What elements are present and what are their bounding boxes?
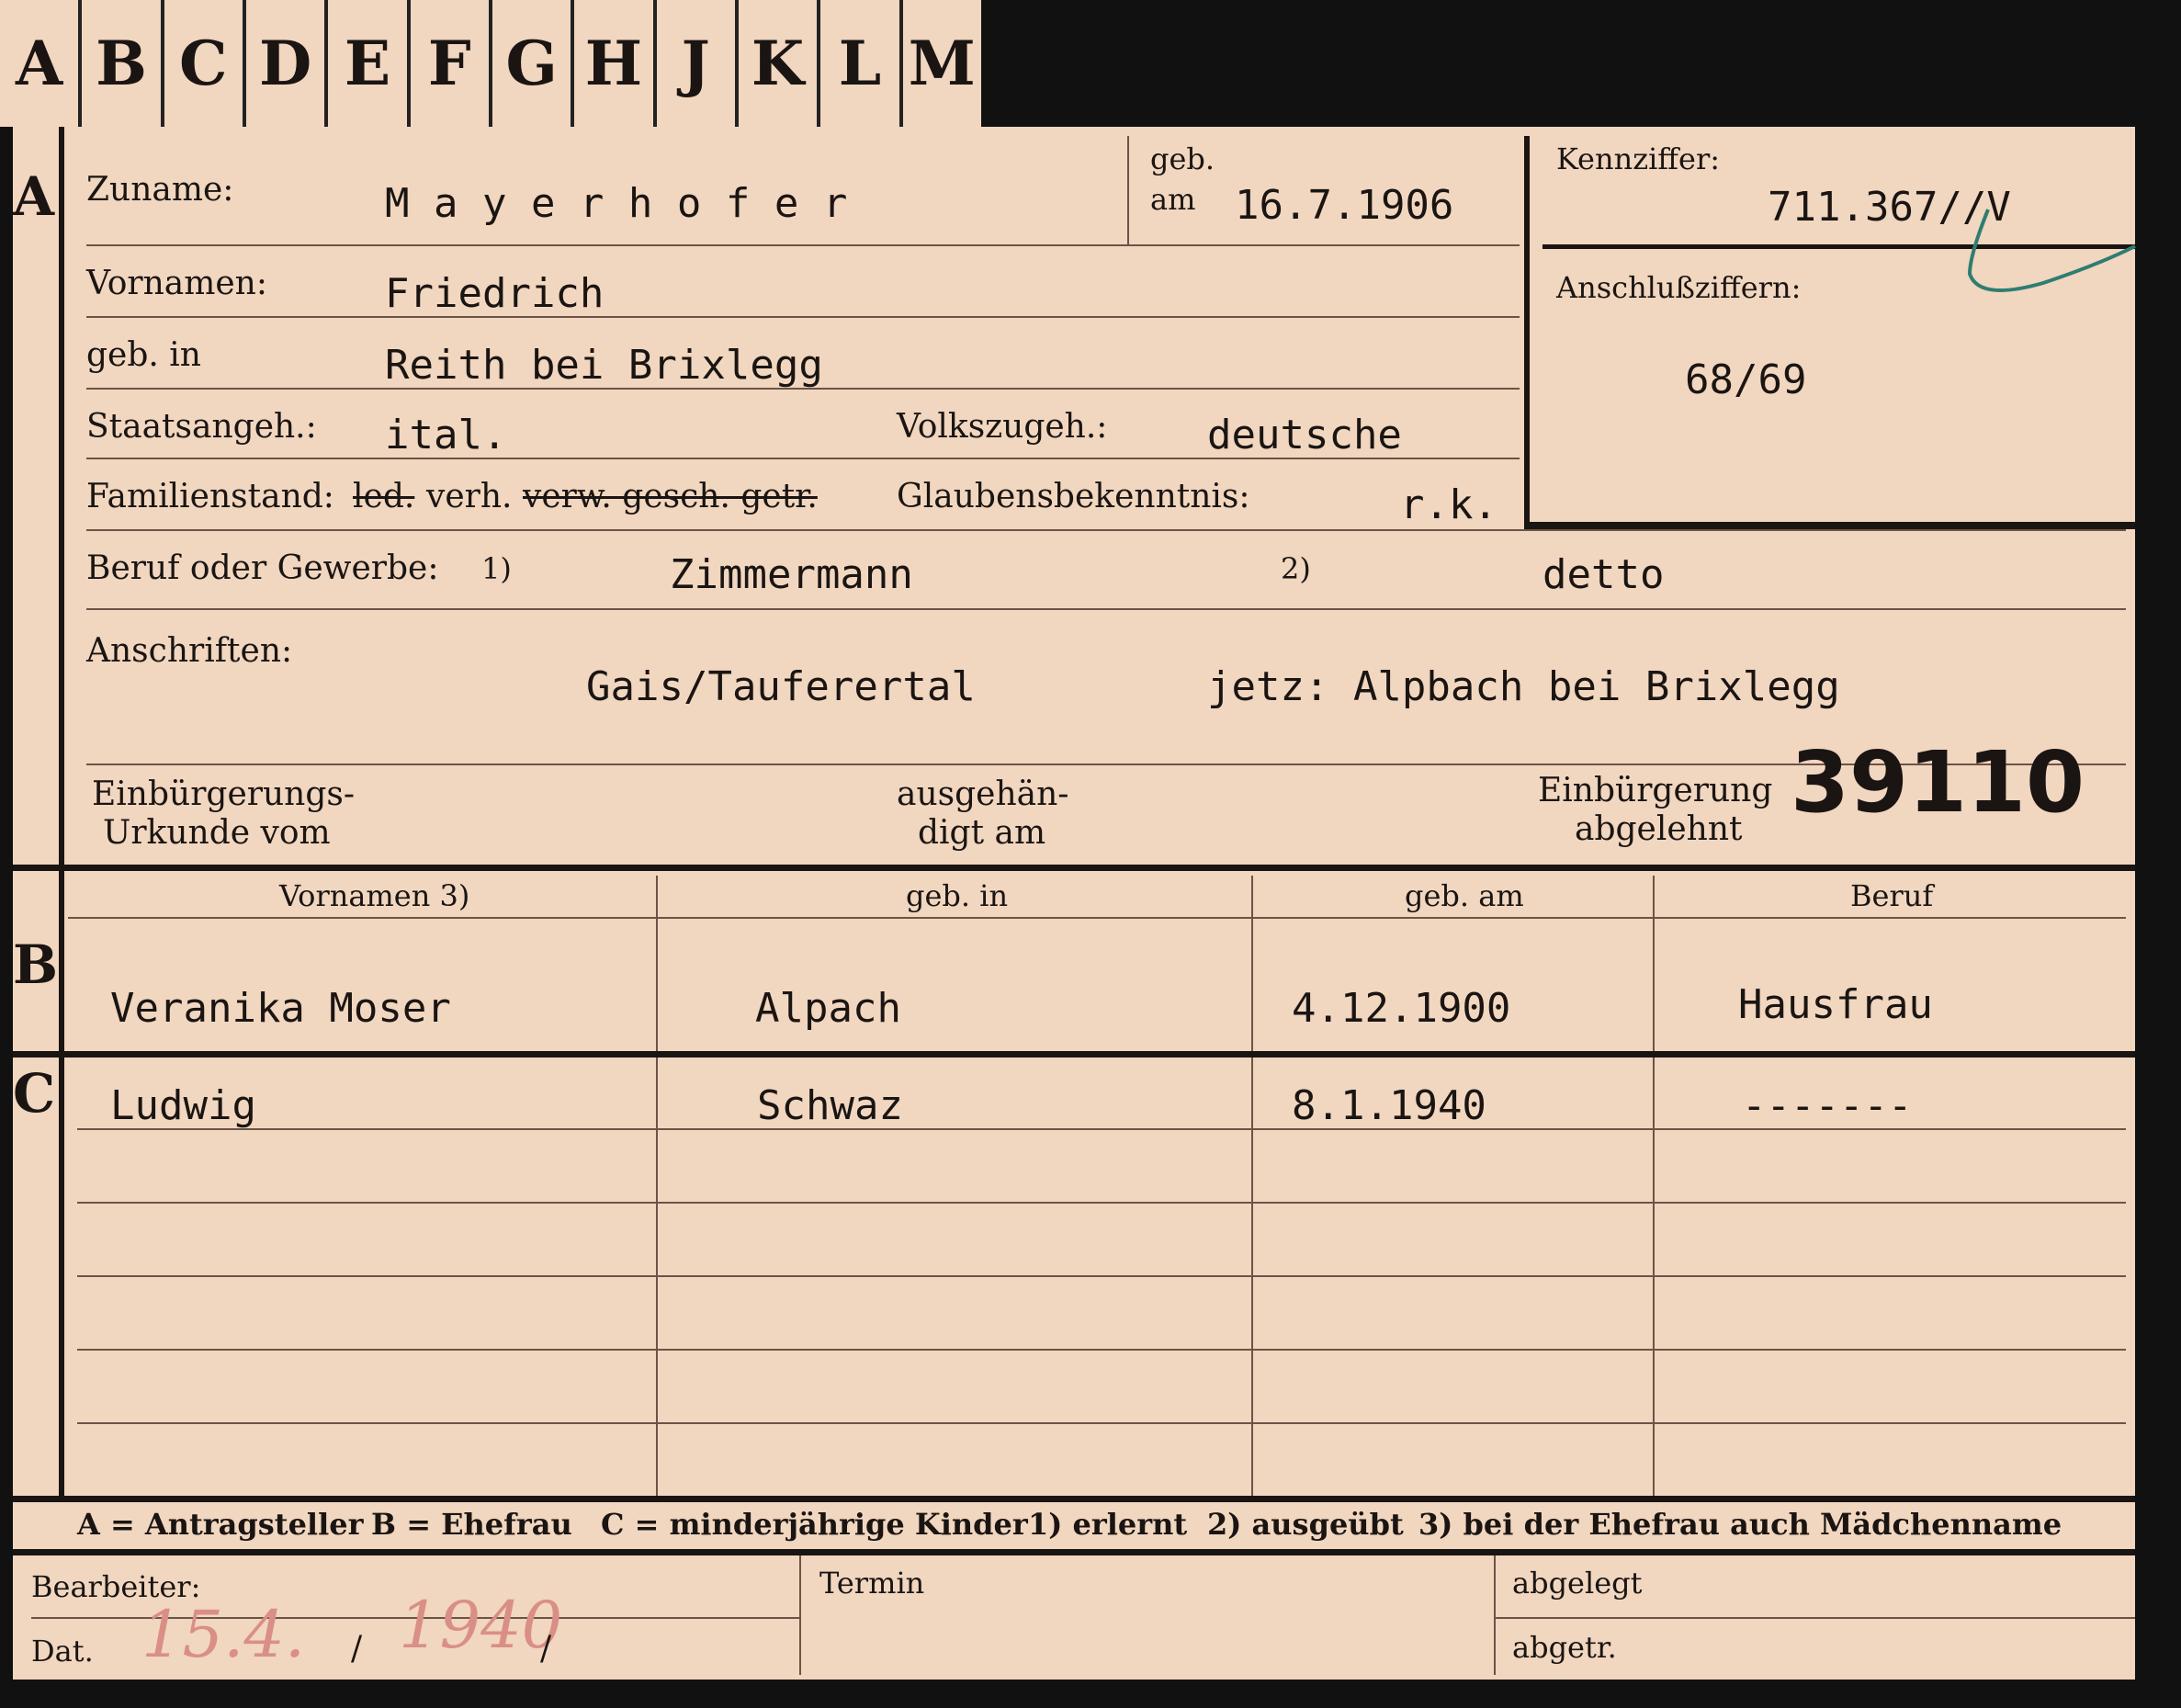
legend-c: C = minderjährige Kinder	[601, 1507, 1028, 1542]
child-birthplace: Schwaz	[757, 1082, 903, 1129]
surname-value: M a y e r h o f e r	[385, 180, 848, 227]
occupation-practiced-value: detto	[1543, 551, 1665, 598]
citizenship-value: ital.	[385, 412, 507, 458]
firstnames-label: Vornamen:	[86, 265, 267, 302]
tab-letter[interactable]: H	[574, 0, 657, 127]
tab-letter[interactable]: L	[820, 0, 903, 127]
born-label: geb.	[1150, 141, 1215, 176]
born-on-label: am	[1150, 182, 1196, 217]
tab-letter[interactable]: M	[903, 0, 981, 127]
tab-letter[interactable]: K	[739, 0, 821, 127]
surname-label: Zuname:	[86, 171, 234, 209]
date-label: Dat.	[31, 1634, 94, 1668]
firstnames-value: Friedrich	[385, 270, 605, 317]
tab-letter[interactable]: D	[246, 0, 329, 127]
col-header-birthplace: geb. in	[906, 878, 1009, 913]
marital-label: Familienstand:	[86, 478, 334, 515]
tab-letter[interactable]: E	[328, 0, 411, 127]
handed-label: ausgehän-	[897, 775, 1069, 813]
address-2-value: jetz: Alpbach bei Brixlegg	[1207, 663, 1840, 710]
wife-occupation: Hausfrau	[1738, 981, 1933, 1028]
legend-note-3: 3) bei der Ehefrau auch Mädchenname	[1418, 1507, 2062, 1542]
date-day-handwritten: 15.4.	[141, 1597, 306, 1672]
footnote-practiced-mark: 2)	[1281, 551, 1311, 586]
registration-card: A B C Zuname: M a y e r h o f e r geb. a…	[13, 127, 2136, 1680]
id-label: Kennziffer:	[1556, 141, 1721, 176]
section-c-marker: C	[13, 1062, 56, 1125]
marital-option-single: led.	[353, 478, 415, 515]
legend-b: B = Ehefrau	[371, 1507, 572, 1542]
footnote-learned-mark: 1)	[481, 551, 512, 586]
religion-label: Glaubensbekenntnis:	[897, 478, 1250, 515]
marital-option-married: verh.	[426, 478, 513, 515]
naturalization-label: Einbürgerungs-	[92, 775, 356, 813]
wife-birthdate: 4.12.1900	[1292, 985, 1511, 1032]
marital-options-struck: verw. gesch. getr.	[523, 478, 818, 515]
deadline-label: Termin	[819, 1566, 925, 1601]
legend-a: A = Antragsteller	[77, 1507, 364, 1542]
child-name: Ludwig	[110, 1082, 256, 1129]
rejected-label: Einbürgerung	[1538, 772, 1773, 809]
date-separator: /	[540, 1630, 552, 1668]
handed-label-2: digt am	[918, 814, 1046, 852]
legend-note-2: 2) ausgeübt	[1207, 1507, 1404, 1542]
child-occupation: -------	[1742, 1082, 1913, 1129]
naturalization-label-2: Urkunde vom	[103, 814, 331, 852]
section-a-marker: A	[13, 165, 55, 228]
citizenship-label: Staatsangeh.:	[86, 408, 317, 446]
born-date-value: 16.7.1906	[1235, 182, 1454, 229]
date-separator: /	[351, 1630, 363, 1668]
tab-letter[interactable]: B	[82, 0, 164, 127]
letter-tabs: A B C D E F G H J K L M	[0, 0, 981, 127]
detached-label: abgetr.	[1512, 1630, 1617, 1665]
date-year-handwritten: 1940	[399, 1588, 563, 1663]
occupation-label: Beruf oder Gewerbe:	[86, 549, 439, 587]
tab-letter[interactable]: F	[411, 0, 492, 127]
rejected-label-2: abgelehnt	[1575, 810, 1743, 848]
tab-letter[interactable]: J	[657, 0, 739, 127]
religion-value: r.k.	[1400, 481, 1497, 528]
wife-name: Veranika Moser	[110, 985, 451, 1032]
birthplace-label: geb. in	[86, 336, 201, 374]
tab-letter[interactable]: G	[492, 0, 575, 127]
child-birthdate: 8.1.1940	[1292, 1082, 1486, 1129]
tab-letter[interactable]: C	[164, 0, 246, 127]
section-b-marker: B	[13, 933, 59, 996]
legend-note-1: 1) erlernt	[1028, 1507, 1188, 1542]
wife-birthplace: Alpach	[755, 985, 901, 1032]
connect-value: 68/69	[1685, 356, 1807, 403]
filed-label: abgelegt	[1512, 1566, 1643, 1601]
birthplace-value: Reith bei Brixlegg	[385, 342, 823, 389]
address-1-value: Gais/Tauferertal	[586, 663, 976, 710]
ethnicity-value: deutsche	[1207, 412, 1402, 458]
col-header-occupation: Beruf	[1850, 878, 1934, 913]
col-header-birthdate: geb. am	[1405, 878, 1524, 913]
section-divider	[59, 127, 64, 1496]
stamp-number: 39110	[1791, 733, 2085, 831]
handwritten-check-mark	[1967, 209, 2136, 292]
col-header-firstnames: Vornamen 3)	[279, 878, 470, 913]
connect-label: Anschlußziffern:	[1556, 270, 1802, 305]
address-label: Anschriften:	[86, 632, 293, 670]
tab-letter[interactable]: A	[0, 0, 83, 127]
occupation-learned-value: Zimmermann	[670, 551, 913, 598]
ethnicity-label: Volkszugeh.:	[897, 408, 1108, 446]
